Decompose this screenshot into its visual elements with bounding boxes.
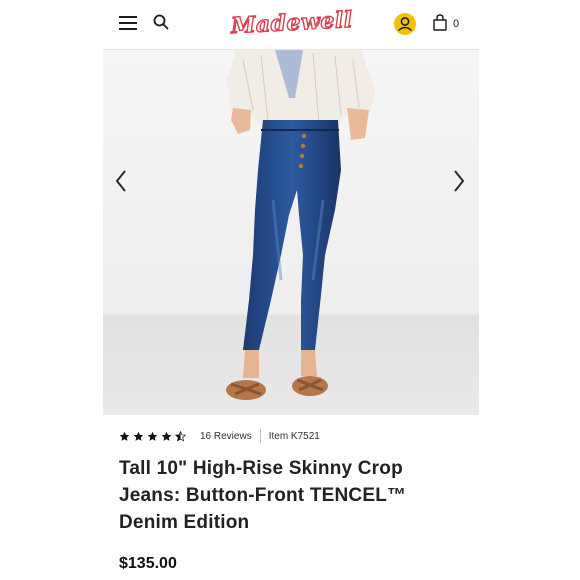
item-number: Item K7521	[268, 430, 320, 442]
site-header: Madewell 0	[103, 0, 479, 50]
star-rating[interactable]	[119, 430, 186, 442]
product-title: Tall 10" High-Rise Skinny Crop Jeans: Bu…	[119, 458, 407, 533]
product-image[interactable]	[103, 50, 479, 415]
star-icon	[133, 431, 144, 441]
product-page: Madewell 0 16 Reviews Item K7521 Tall 10…	[103, 0, 479, 580]
bag-icon[interactable]	[433, 14, 447, 31]
rating-row: 16 Reviews Item K7521	[119, 429, 320, 443]
product-info: 16 Reviews Item K7521 Tall 10" High-Rise…	[103, 415, 479, 580]
cart-count: 0	[453, 18, 460, 30]
product-photo	[103, 50, 479, 415]
left-margin	[0, 0, 103, 580]
star-icon	[147, 431, 158, 441]
menu-icon[interactable]	[119, 15, 137, 31]
brand-logo[interactable]: Madewell	[230, 5, 354, 41]
product-price: $135.00	[119, 555, 177, 572]
chevron-left-icon[interactable]	[112, 168, 130, 194]
reviews-link[interactable]: 16 Reviews	[200, 431, 252, 442]
chevron-right-icon[interactable]	[450, 168, 468, 194]
divider	[259, 429, 261, 443]
right-margin	[479, 0, 580, 580]
search-icon[interactable]	[152, 13, 170, 31]
star-icon	[119, 431, 130, 441]
half-star-icon	[175, 430, 186, 442]
star-icon	[161, 431, 172, 441]
account-icon[interactable]	[394, 13, 416, 35]
